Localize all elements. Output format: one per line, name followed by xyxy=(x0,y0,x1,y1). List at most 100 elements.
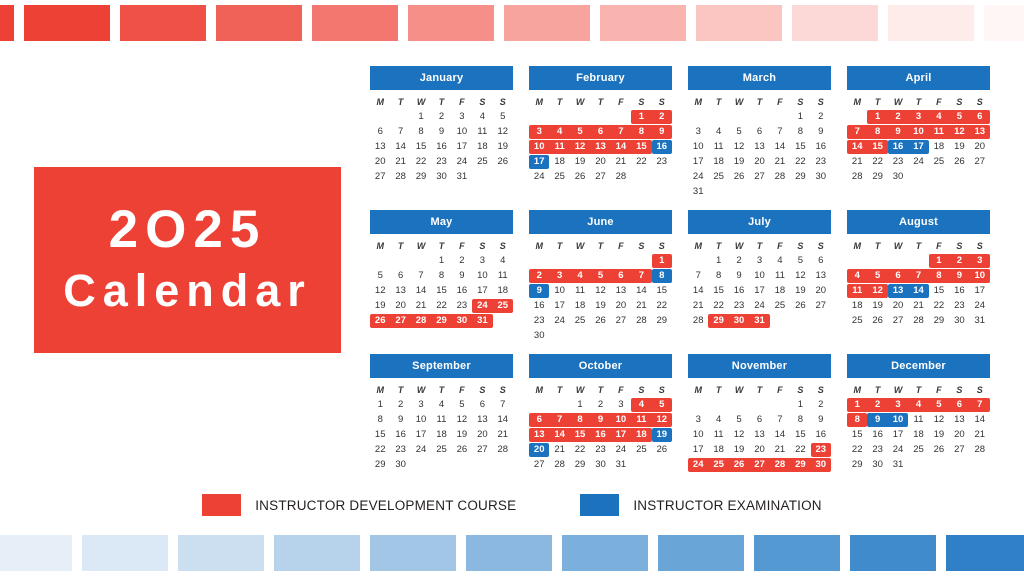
day-cell[interactable]: 15 xyxy=(790,140,810,154)
day-cell[interactable]: 25 xyxy=(570,314,590,328)
day-cell[interactable]: 17 xyxy=(411,428,431,442)
day-cell[interactable]: 22 xyxy=(570,443,590,457)
day-cell[interactable]: 26 xyxy=(728,458,750,472)
day-cell[interactable]: 1 xyxy=(867,110,888,124)
day-cell[interactable]: 17 xyxy=(888,428,908,442)
day-cell[interactable]: 30 xyxy=(529,329,549,343)
day-cell[interactable]: 21 xyxy=(908,299,928,313)
day-cell[interactable]: 22 xyxy=(929,299,949,313)
day-cell[interactable]: 3 xyxy=(411,398,431,412)
day-cell[interactable]: 24 xyxy=(452,155,472,169)
day-cell[interactable]: 30 xyxy=(888,170,908,184)
day-cell[interactable]: 17 xyxy=(529,155,550,169)
day-cell[interactable]: 12 xyxy=(929,413,949,427)
day-cell[interactable]: 28 xyxy=(970,443,990,457)
day-cell[interactable]: 14 xyxy=(390,140,410,154)
day-cell[interactable]: 30 xyxy=(451,314,473,328)
day-cell[interactable]: 29 xyxy=(431,314,452,328)
day-cell[interactable]: 14 xyxy=(847,140,868,154)
day-cell[interactable]: 12 xyxy=(949,125,970,139)
day-cell[interactable]: 6 xyxy=(887,269,909,283)
day-cell[interactable]: 1 xyxy=(708,254,728,268)
day-cell[interactable]: 5 xyxy=(590,269,611,283)
day-cell[interactable]: 5 xyxy=(790,254,810,268)
day-cell[interactable]: 2 xyxy=(452,254,472,268)
day-cell[interactable]: 3 xyxy=(611,398,631,412)
day-cell[interactable]: 30 xyxy=(811,170,831,184)
day-cell[interactable]: 24 xyxy=(970,299,990,313)
day-cell[interactable]: 14 xyxy=(770,428,790,442)
day-cell[interactable]: 27 xyxy=(370,170,390,184)
day-cell[interactable]: 13 xyxy=(811,269,831,283)
day-cell[interactable]: 19 xyxy=(729,443,749,457)
day-cell[interactable]: 13 xyxy=(949,413,969,427)
day-cell[interactable]: 1 xyxy=(790,398,810,412)
day-cell[interactable]: 16 xyxy=(729,284,749,298)
day-cell[interactable]: 17 xyxy=(749,284,769,298)
day-cell[interactable]: 9 xyxy=(651,125,672,139)
day-cell[interactable]: 7 xyxy=(493,398,513,412)
day-cell[interactable]: 3 xyxy=(529,125,550,139)
day-cell[interactable]: 20 xyxy=(611,299,631,313)
day-cell[interactable]: 3 xyxy=(749,254,769,268)
day-cell[interactable]: 24 xyxy=(549,314,569,328)
day-cell[interactable]: 14 xyxy=(610,140,632,154)
day-cell[interactable]: 23 xyxy=(729,299,749,313)
day-cell[interactable]: 15 xyxy=(708,284,728,298)
day-cell[interactable]: 6 xyxy=(811,254,831,268)
day-cell[interactable]: 19 xyxy=(651,428,672,442)
day-cell[interactable]: 20 xyxy=(590,155,610,169)
day-cell[interactable]: 18 xyxy=(431,428,451,442)
day-cell[interactable]: 14 xyxy=(549,428,570,442)
day-cell[interactable]: 15 xyxy=(790,428,810,442)
day-cell[interactable]: 5 xyxy=(867,269,888,283)
day-cell[interactable]: 6 xyxy=(590,125,611,139)
day-cell[interactable]: 8 xyxy=(847,413,868,427)
day-cell[interactable]: 2 xyxy=(431,110,451,124)
day-cell[interactable]: 8 xyxy=(790,125,810,139)
day-cell[interactable]: 23 xyxy=(888,155,908,169)
day-cell[interactable]: 21 xyxy=(390,155,410,169)
day-cell[interactable]: 21 xyxy=(493,428,513,442)
day-cell[interactable]: 19 xyxy=(590,299,610,313)
day-cell[interactable]: 21 xyxy=(688,299,708,313)
day-cell[interactable]: 6 xyxy=(370,125,390,139)
day-cell[interactable]: 11 xyxy=(570,284,590,298)
day-cell[interactable]: 18 xyxy=(570,299,590,313)
day-cell[interactable]: 8 xyxy=(431,269,451,283)
day-cell[interactable]: 28 xyxy=(410,314,432,328)
day-cell[interactable]: 30 xyxy=(431,170,451,184)
day-cell[interactable]: 25 xyxy=(847,314,867,328)
day-cell[interactable]: 22 xyxy=(631,155,651,169)
day-cell[interactable]: 24 xyxy=(611,443,631,457)
day-cell[interactable]: 11 xyxy=(431,413,451,427)
day-cell[interactable]: 23 xyxy=(949,299,969,313)
day-cell[interactable]: 19 xyxy=(370,299,390,313)
day-cell[interactable]: 18 xyxy=(908,428,928,442)
day-cell[interactable]: 10 xyxy=(908,125,929,139)
day-cell[interactable]: 18 xyxy=(472,140,492,154)
day-cell[interactable]: 8 xyxy=(708,269,728,283)
day-cell[interactable]: 9 xyxy=(811,125,831,139)
day-cell[interactable]: 7 xyxy=(770,125,790,139)
day-cell[interactable]: 24 xyxy=(888,443,908,457)
day-cell[interactable]: 20 xyxy=(888,299,908,313)
day-cell[interactable]: 14 xyxy=(688,284,708,298)
day-cell[interactable]: 15 xyxy=(370,428,390,442)
day-cell[interactable]: 24 xyxy=(688,458,709,472)
day-cell[interactable]: 4 xyxy=(569,269,591,283)
day-cell[interactable]: 1 xyxy=(431,254,451,268)
day-cell[interactable]: 27 xyxy=(529,458,549,472)
day-cell[interactable]: 12 xyxy=(370,284,390,298)
day-cell[interactable]: 27 xyxy=(590,170,610,184)
day-cell[interactable]: 28 xyxy=(631,314,651,328)
day-cell[interactable]: 25 xyxy=(770,299,790,313)
day-cell[interactable]: 14 xyxy=(493,413,513,427)
day-cell[interactable]: 26 xyxy=(570,170,590,184)
day-cell[interactable]: 20 xyxy=(749,443,769,457)
day-cell[interactable]: 19 xyxy=(867,299,887,313)
day-cell[interactable]: 25 xyxy=(708,170,728,184)
day-cell[interactable]: 3 xyxy=(549,269,570,283)
day-cell[interactable]: 5 xyxy=(651,398,672,412)
day-cell[interactable]: 27 xyxy=(749,458,770,472)
